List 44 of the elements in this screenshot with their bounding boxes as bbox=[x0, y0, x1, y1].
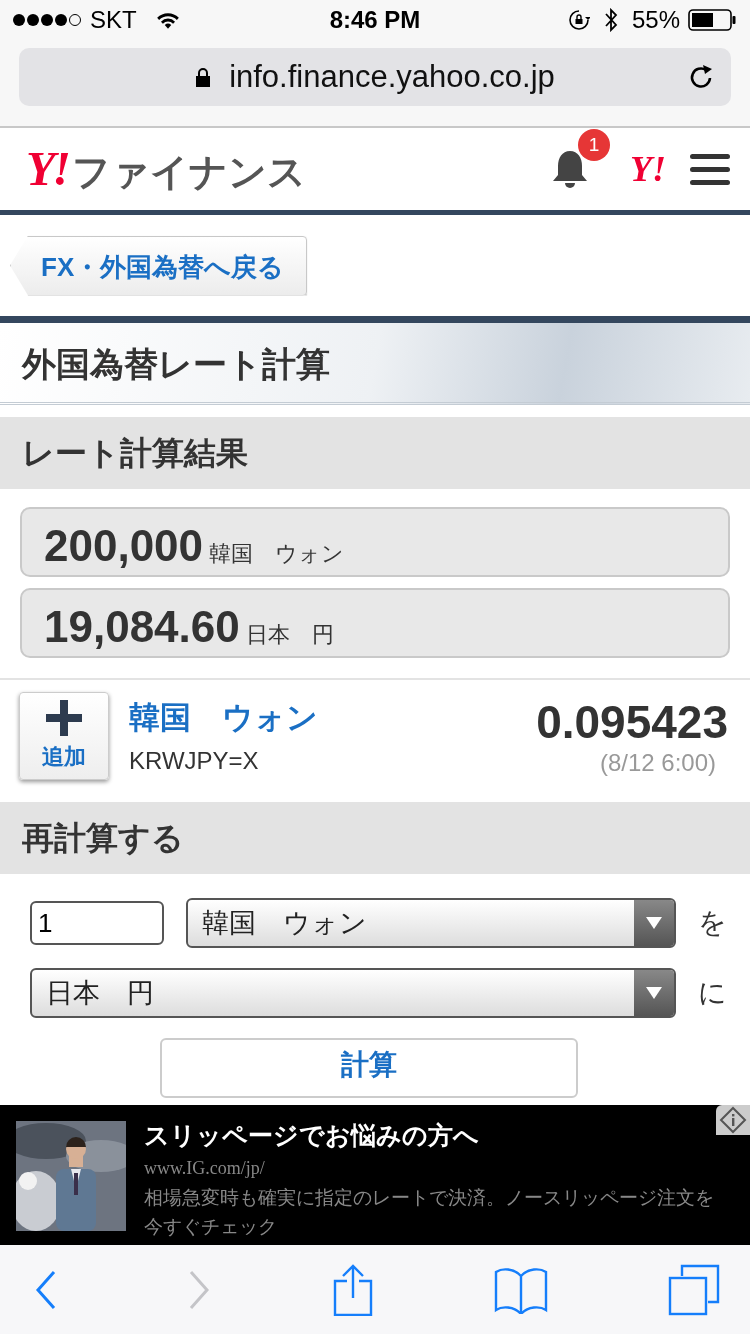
ad-url: www.IG.com/jp/ bbox=[144, 1158, 266, 1179]
currency-dropdown[interactable]: 韓国 ウォン bbox=[186, 898, 676, 948]
notification-badge: 1 bbox=[578, 129, 610, 161]
ad-title: スリッページでお悩みの方へ bbox=[144, 1120, 480, 1151]
lock-icon bbox=[195, 67, 212, 87]
add-button[interactable]: 追加 bbox=[19, 692, 109, 780]
section-heading: 再計算する bbox=[0, 802, 750, 874]
url-text: info.finance.yahoo.co.jp bbox=[229, 59, 555, 95]
yahoo-logo[interactable]: Y! bbox=[630, 148, 666, 190]
address-bar[interactable]: info.finance.yahoo.co.jp bbox=[19, 48, 731, 106]
calculate-button[interactable]: 計算 bbox=[160, 1038, 578, 1098]
exchange-rate: 0.095423 bbox=[536, 695, 728, 749]
back-link-button[interactable]: FX・外国為替へ戻る bbox=[10, 235, 308, 296]
menu-icon[interactable] bbox=[690, 152, 730, 186]
signal-icon bbox=[12, 13, 82, 27]
share-icon[interactable] bbox=[333, 1263, 373, 1316]
plus-icon bbox=[46, 700, 82, 736]
currency-dropdown[interactable]: 日本 円 bbox=[30, 968, 676, 1018]
rate-timestamp: (8/12 6:00) bbox=[599, 749, 716, 777]
clock-time: 8:46 PM bbox=[329, 6, 421, 34]
bluetooth-icon bbox=[603, 8, 618, 32]
result-currency: 韓国 ウォン bbox=[209, 540, 345, 568]
tabs-icon[interactable] bbox=[668, 1263, 720, 1316]
currency-link[interactable]: 韓国 ウォン bbox=[129, 697, 517, 739]
battery-icon bbox=[688, 9, 736, 31]
dropdown-arrow-icon bbox=[646, 917, 662, 929]
result-amount: 200,000 bbox=[44, 521, 204, 571]
bookmarks-icon[interactable] bbox=[493, 1265, 548, 1314]
rotation-lock-icon bbox=[567, 9, 590, 31]
battery-percent: 55% bbox=[631, 6, 680, 34]
amount-input-field[interactable]: 1 bbox=[30, 901, 164, 945]
result-currency: 日本 円 bbox=[245, 621, 334, 649]
result-amount: 19,084.60 bbox=[44, 602, 240, 652]
site-logo[interactable]: Y!ファイナンス bbox=[26, 140, 306, 198]
info-icon[interactable] bbox=[716, 1105, 750, 1135]
currency-symbol: KRWJPY=X bbox=[129, 747, 260, 775]
page-title: 外国為替レート計算 bbox=[0, 323, 750, 405]
ad-description: 相場急変時も確実に指定のレートで決済。ノースリッページ注文を今すぐチェック bbox=[144, 1186, 715, 1239]
particle-text: に bbox=[698, 976, 728, 1010]
section-heading: レート計算結果 bbox=[0, 417, 750, 489]
dropdown-arrow-icon bbox=[646, 987, 662, 999]
particle-text: を bbox=[698, 906, 728, 940]
carrier-name: SKT bbox=[90, 6, 137, 34]
ad-banner[interactable]: スリッページでお悩みの方へ www.IG.com/jp/ 相場急変時も確実に指定のレートで決済。ノースリッページ注文を今すぐチェック bbox=[0, 1105, 750, 1245]
